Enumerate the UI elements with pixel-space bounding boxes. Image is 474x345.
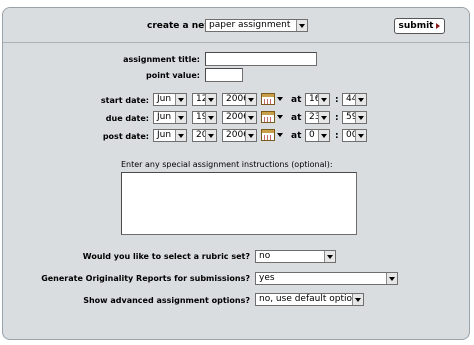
chevron-down-icon — [205, 94, 216, 105]
triangle-right-icon — [436, 22, 441, 29]
post-hour-value: 0 — [309, 130, 315, 140]
due-year-select[interactable]: 2006 — [222, 111, 257, 124]
post-day-select[interactable]: 20 — [192, 129, 217, 142]
due-colon: : — [335, 113, 339, 123]
due-day-select[interactable]: 19 — [192, 111, 217, 124]
chevron-down-icon[interactable] — [276, 129, 285, 141]
advanced-options-value: no, use default options — [259, 294, 363, 304]
submit-label: submit — [398, 21, 434, 31]
chevron-down-icon — [355, 130, 366, 141]
post-at-label: at — [291, 131, 302, 141]
chevron-down-icon — [355, 94, 366, 105]
calendar-icon[interactable] — [261, 93, 275, 105]
originality-value: yes — [259, 273, 275, 283]
chevron-down-icon — [245, 112, 256, 123]
assignment-title-input[interactable] — [205, 52, 317, 66]
chevron-down-icon — [175, 94, 186, 105]
submit-button[interactable]: submit — [394, 18, 445, 34]
rubric-value: no — [259, 251, 271, 261]
originality-select[interactable]: yes — [255, 272, 398, 285]
assignment-type-value: paper assignment — [209, 20, 291, 30]
point-value-label: point value: — [146, 71, 200, 80]
chevron-down-icon — [318, 94, 329, 105]
start-minute-select[interactable]: 44 — [342, 93, 367, 106]
post-date-label: post date: — [102, 132, 149, 141]
chevron-down-icon — [355, 112, 366, 123]
chevron-down-icon — [205, 130, 216, 141]
originality-label: Generate Originality Reports for submiss… — [41, 274, 250, 283]
due-month-select[interactable]: Jun — [153, 111, 187, 124]
chevron-down-icon — [245, 130, 256, 141]
chevron-down-icon — [324, 251, 335, 262]
chevron-down-icon — [318, 130, 329, 141]
due-hour-select[interactable]: 23 — [305, 111, 330, 124]
instructions-textarea[interactable] — [121, 172, 357, 235]
advanced-options-select[interactable]: no, use default options — [255, 293, 364, 306]
post-year-select[interactable]: 2006 — [222, 129, 257, 142]
assignment-title-label: assignment title: — [123, 55, 200, 64]
start-at-label: at — [291, 95, 302, 105]
start-hour-select[interactable]: 16 — [305, 93, 330, 106]
start-colon: : — [335, 95, 339, 105]
rubric-label: Would you like to select a rubric set? — [82, 252, 250, 261]
point-value-input[interactable] — [205, 68, 243, 82]
chevron-down-icon[interactable] — [276, 93, 285, 105]
chevron-down-icon — [175, 112, 186, 123]
chevron-down-icon — [318, 112, 329, 123]
start-month-select[interactable]: Jun — [153, 93, 187, 106]
instructions-label: Enter any special assignment instruction… — [121, 160, 333, 169]
post-hour-select[interactable]: 0 — [305, 129, 330, 142]
start-date-label: start date: — [100, 96, 149, 105]
chevron-down-icon — [245, 94, 256, 105]
post-month-value: Jun — [157, 130, 172, 140]
chevron-down-icon — [352, 294, 363, 305]
assignment-type-select[interactable]: paper assignment — [205, 19, 308, 32]
start-year-select[interactable]: 2006 — [222, 93, 257, 106]
advanced-options-label: Show advanced assignment options? — [83, 296, 250, 305]
chevron-down-icon — [205, 112, 216, 123]
post-colon: : — [335, 131, 339, 141]
start-month-value: Jun — [157, 94, 172, 104]
post-minute-select[interactable]: 00 — [342, 129, 367, 142]
due-minute-select[interactable]: 59 — [342, 111, 367, 124]
due-at-label: at — [291, 113, 302, 123]
chevron-down-icon[interactable] — [276, 111, 285, 123]
chevron-down-icon — [386, 273, 397, 284]
calendar-icon[interactable] — [261, 129, 275, 141]
start-day-select[interactable]: 12 — [192, 93, 217, 106]
due-month-value: Jun — [157, 112, 172, 122]
chevron-down-icon — [296, 20, 307, 31]
chevron-down-icon — [175, 130, 186, 141]
due-date-label: due date: — [105, 114, 149, 123]
rubric-select[interactable]: no — [255, 250, 336, 263]
post-month-select[interactable]: Jun — [153, 129, 187, 142]
calendar-icon[interactable] — [261, 111, 275, 123]
